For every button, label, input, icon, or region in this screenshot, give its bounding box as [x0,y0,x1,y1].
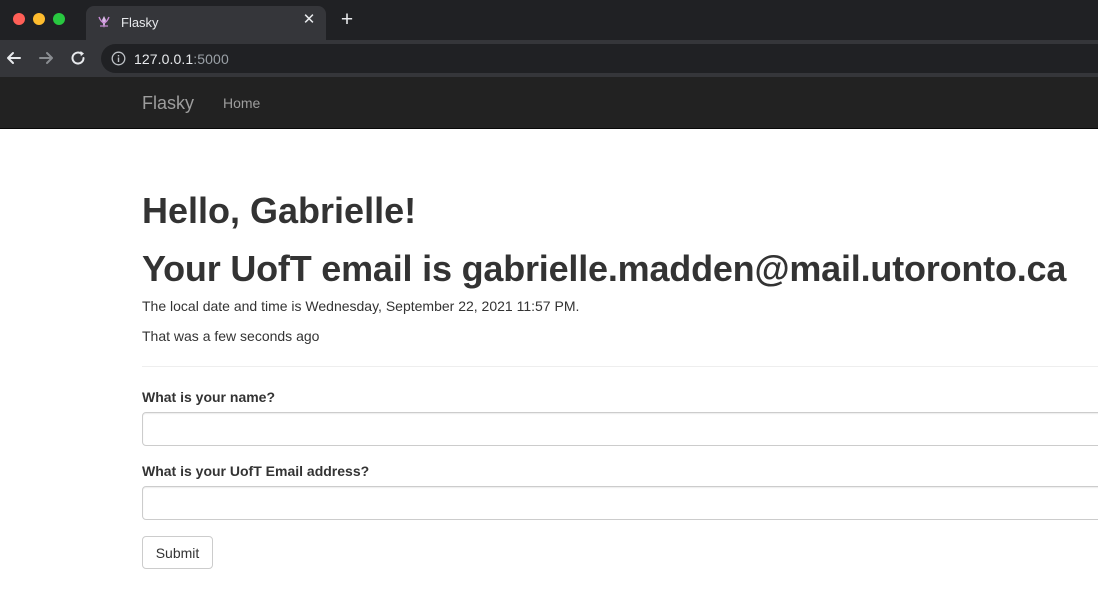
url-host: 127.0.0.1 [134,51,194,67]
email-field[interactable] [142,486,1098,520]
greeting-heading: Hello, Gabrielle! [142,190,417,231]
relative-time-text: That was a few seconds ago [142,328,320,344]
arrow-left-icon[interactable] [4,48,24,68]
nav-item-home[interactable]: Home [223,95,260,111]
name-field[interactable] [142,412,1098,446]
close-icon[interactable]: ✕ [301,12,317,28]
url-port: :5000 [193,51,229,67]
window-minimize-button[interactable] [33,13,45,25]
plus-icon[interactable]: + [337,9,357,30]
arrow-right-icon[interactable] [36,48,56,68]
browser-tab-flasky[interactable]: Flasky ✕ [86,6,326,40]
url-text: 127.0.0.1:5000 [134,51,229,67]
window-close-button[interactable] [13,13,25,25]
info-icon[interactable] [111,51,126,66]
flask-logo-icon [96,14,112,30]
email-label: What is your UofT Email address? [142,463,370,479]
window-maximize-button[interactable] [53,13,65,25]
browser-toolbar: 127.0.0.1:5000 [0,40,1098,77]
email-heading: Your UofT email is gabrielle.madden@mail… [142,248,1067,289]
address-bar[interactable]: 127.0.0.1:5000 [101,44,1098,73]
divider [142,366,1098,367]
browser-tabstrip: Flasky ✕ + [0,0,1098,40]
submit-button[interactable]: Submit [142,536,213,569]
reload-icon[interactable] [68,48,88,68]
name-label: What is your name? [142,389,276,405]
local-datetime-text: The local date and time is Wednesday, Se… [142,298,580,314]
site-navbar: Flasky Home [0,77,1098,129]
navbar-brand[interactable]: Flasky [142,93,194,114]
tab-title: Flasky [121,15,159,30]
